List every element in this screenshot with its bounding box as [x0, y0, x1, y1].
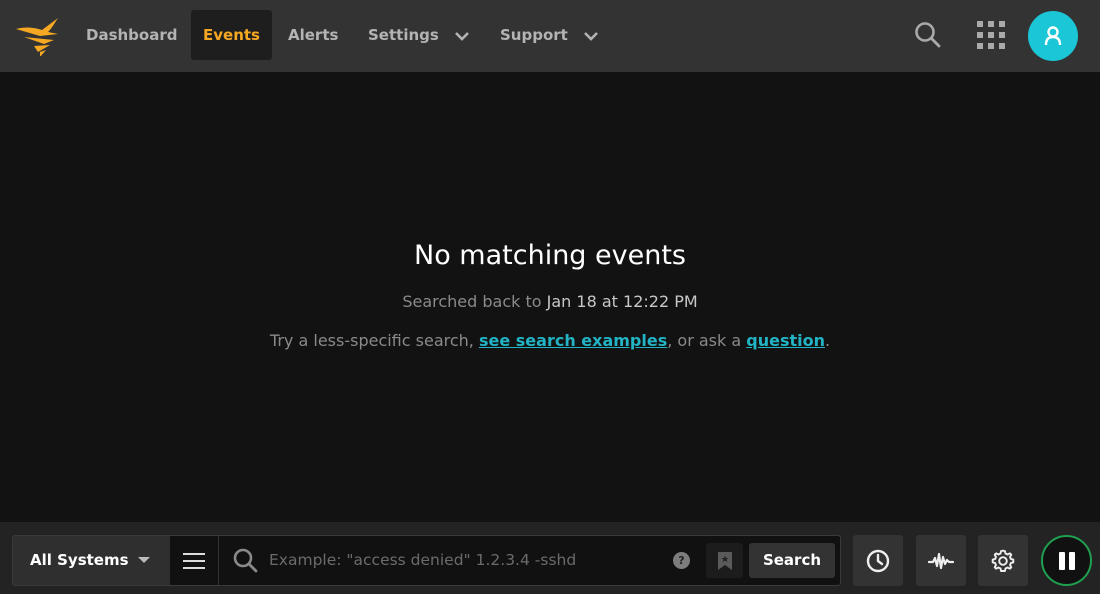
bottom-search-bar: All Systems ? Search — [0, 522, 1100, 594]
search-icon — [233, 548, 258, 573]
time-range-button[interactable] — [853, 535, 903, 586]
pause-live-tail-button[interactable] — [1041, 535, 1092, 586]
search-hint: Try a less-specific search, see search e… — [0, 331, 1100, 350]
pause-icon-bar — [1058, 551, 1065, 570]
logo-icon[interactable] — [14, 16, 60, 56]
search-icon[interactable] — [914, 21, 942, 49]
nav-dashboard-label: Dashboard — [86, 26, 178, 44]
search-examples-link[interactable]: see search examples — [479, 331, 667, 350]
nav-settings[interactable]: Settings — [356, 10, 482, 60]
nav-settings-label: Settings — [368, 26, 439, 44]
searched-prefix: Searched back to — [402, 292, 542, 311]
search-button[interactable]: Search — [749, 543, 835, 578]
pause-icon-bar — [1068, 551, 1075, 570]
empty-state-title: No matching events — [414, 240, 686, 271]
nav-alerts[interactable]: Alerts — [276, 10, 350, 60]
hamburger-menu-icon — [183, 552, 205, 569]
chevron-down-icon — [455, 31, 469, 41]
searched-back-text: Searched back to Jan 18 at 12:22 PM — [0, 292, 1100, 311]
chevron-down-icon — [584, 31, 598, 41]
history-clock-icon — [866, 549, 890, 572]
search-input[interactable] — [269, 545, 659, 575]
caret-down-icon — [138, 557, 150, 563]
nav-events-label: Events — [203, 26, 260, 44]
top-navigation-bar: Dashboard Events Alerts Settings Support — [0, 0, 1100, 72]
help-icon[interactable]: ? — [673, 552, 690, 569]
save-search-button[interactable] — [706, 543, 743, 578]
empty-state: No matching events Searched back to Jan … — [0, 72, 1100, 522]
searched-date: Jan 18 at 12:22 PM — [546, 292, 698, 311]
nav-alerts-label: Alerts — [288, 26, 339, 44]
nav-events[interactable]: Events — [191, 10, 272, 60]
user-avatar-icon — [1044, 26, 1062, 46]
hint-prefix: Try a less-specific search, — [269, 331, 474, 350]
systems-dropdown[interactable]: All Systems — [13, 536, 170, 585]
apps-grid-icon[interactable] — [977, 21, 1005, 49]
bookmark-star-icon — [717, 551, 732, 570]
question-link[interactable]: question — [746, 331, 825, 350]
settings-button[interactable] — [978, 535, 1028, 586]
nav-dashboard[interactable]: Dashboard — [74, 10, 189, 60]
event-volume-button[interactable] — [916, 535, 966, 586]
nav-support-label: Support — [500, 26, 568, 44]
user-avatar[interactable] — [1028, 11, 1078, 61]
hint-suffix: . — [824, 331, 831, 350]
saved-searches-menu-button[interactable] — [170, 536, 219, 585]
activity-waveform-icon — [928, 552, 954, 569]
gear-icon — [991, 549, 1015, 572]
nav-support[interactable]: Support — [488, 10, 611, 60]
systems-dropdown-label: All Systems — [30, 551, 129, 569]
hint-middle: , or ask a — [667, 331, 742, 350]
search-group: All Systems ? Search — [12, 535, 841, 586]
